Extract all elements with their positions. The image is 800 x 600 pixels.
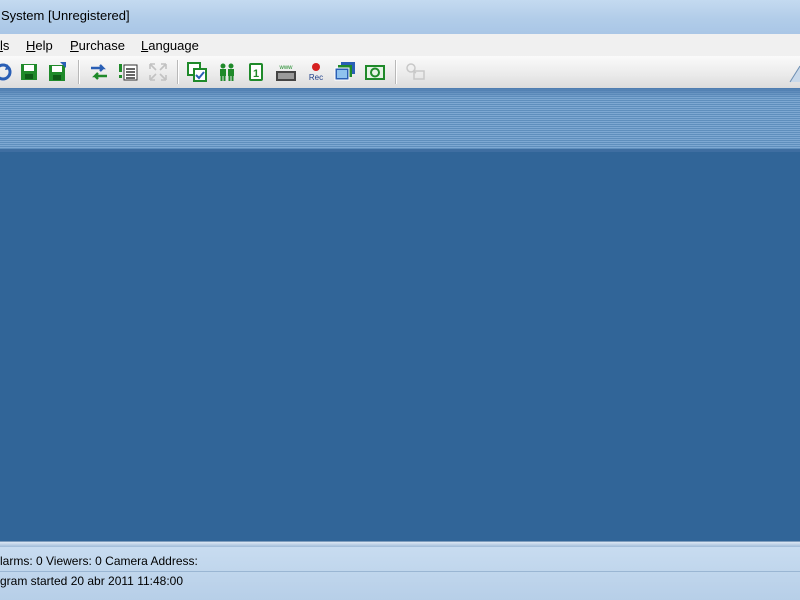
single-view-button[interactable]: 1 <box>245 61 267 83</box>
save-as-icon <box>49 62 66 81</box>
svg-text:Rec: Rec <box>309 73 323 82</box>
list-icon <box>119 64 138 81</box>
toolbar-overflow-icon[interactable] <box>786 60 800 84</box>
viewers-button[interactable] <box>216 61 238 83</box>
viewers-icon <box>220 63 234 81</box>
swap-button[interactable] <box>88 61 110 83</box>
refresh-button[interactable] <box>0 61 14 83</box>
status-divider <box>0 571 800 572</box>
menu-language[interactable]: Language <box>141 38 199 53</box>
single-view-icon: 1 <box>249 63 263 81</box>
window-title: System [Unregistered] <box>1 8 130 23</box>
www-button[interactable]: www <box>275 61 297 83</box>
band-top-edge <box>0 88 800 98</box>
toolbar: 1 www Rec <box>0 56 800 89</box>
menu-purchase[interactable]: Purchase <box>70 38 125 53</box>
multi-view-button[interactable] <box>334 61 356 83</box>
save-button[interactable] <box>18 61 40 83</box>
snapshot-icon <box>365 65 385 80</box>
save-icon <box>21 64 37 80</box>
status-program-started: gram started 20 abr 2011 11:48:00 <box>0 574 184 588</box>
toolbar-separator <box>395 60 397 84</box>
status-counters: larms: 0 Viewers: 0 Camera Address: <box>0 554 198 568</box>
toolbar-separator <box>78 60 80 84</box>
select-camera-icon <box>187 62 207 82</box>
menu-tools[interactable]: ls <box>0 38 9 53</box>
menu-help[interactable]: Help <box>26 38 53 53</box>
network-icon <box>406 63 425 80</box>
multi-view-icon <box>334 62 355 81</box>
select-camera-button[interactable] <box>186 61 208 83</box>
svg-text:www: www <box>279 65 294 71</box>
fullscreen-icon <box>149 63 167 81</box>
record-button[interactable]: Rec <box>305 61 327 83</box>
fullscreen-button[interactable] <box>147 61 169 83</box>
svg-text:1: 1 <box>253 68 259 80</box>
view-header-band <box>0 88 800 152</box>
menu-bar: ls Help Purchase Language <box>0 34 800 56</box>
snapshot-button[interactable] <box>364 61 386 83</box>
toolbar-separator <box>177 60 179 84</box>
title-bar: System [Unregistered] <box>0 0 800 34</box>
www-icon: www <box>276 65 296 81</box>
refresh-icon <box>0 63 12 81</box>
record-icon: Rec <box>309 63 323 82</box>
status-bar: larms: 0 Viewers: 0 Camera Address: gram… <box>0 547 800 600</box>
save-as-button[interactable] <box>46 61 68 83</box>
list-button[interactable] <box>117 61 139 83</box>
network-button[interactable] <box>404 61 426 83</box>
camera-view-area[interactable] <box>0 152 800 541</box>
swap-icon <box>91 64 107 80</box>
